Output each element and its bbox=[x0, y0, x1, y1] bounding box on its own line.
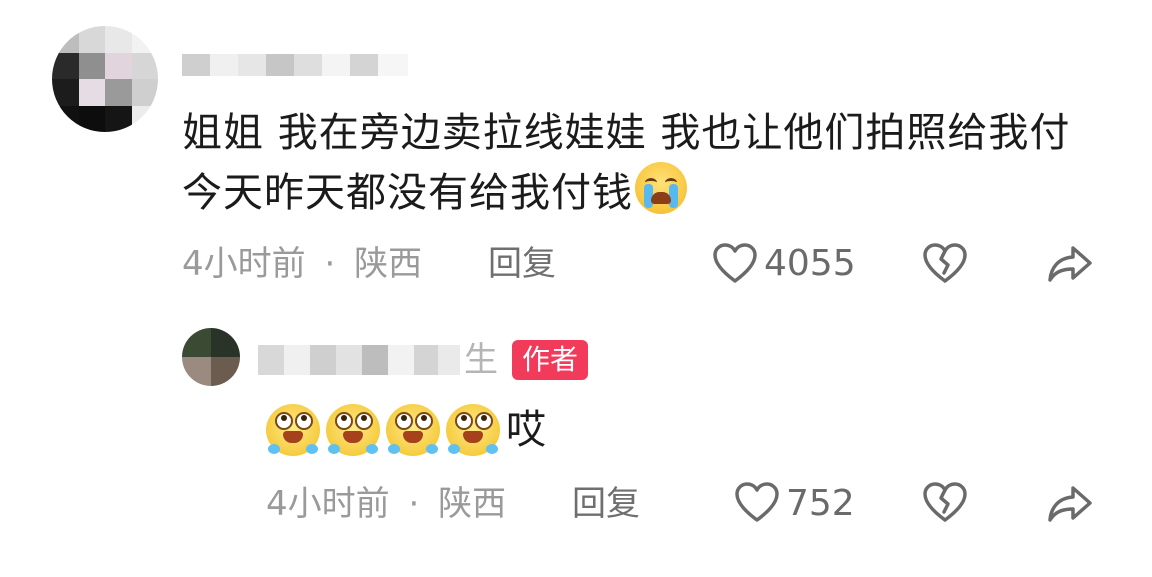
reply-button[interactable]: 回复 bbox=[572, 484, 640, 524]
like-count: 752 bbox=[786, 483, 855, 524]
comment-text: 姐姐 我在旁边卖拉线娃娃 我也让他们拍照给我付 今天昨天都没有给我付钱 bbox=[182, 110, 1071, 216]
share-button[interactable] bbox=[1046, 244, 1094, 284]
like-count: 4055 bbox=[764, 243, 856, 284]
reply-meta: 4小时前 · 陕西 bbox=[266, 484, 506, 524]
dislike-button[interactable] bbox=[922, 243, 968, 285]
heart-icon bbox=[713, 243, 757, 283]
reply-button[interactable]: 回复 bbox=[488, 244, 556, 284]
username-visible-char: 生 bbox=[464, 340, 498, 380]
reply-text: 哎 bbox=[266, 404, 546, 456]
broken-heart-icon bbox=[923, 243, 967, 283]
separator-dot: · bbox=[408, 484, 420, 524]
location: 陕西 bbox=[438, 484, 507, 524]
sweat-smile-face-icon bbox=[446, 404, 500, 456]
sweat-smile-face-icon bbox=[266, 404, 320, 456]
reply-avatar[interactable] bbox=[182, 328, 240, 386]
dislike-button[interactable] bbox=[922, 482, 968, 524]
separator-dot: · bbox=[324, 244, 336, 284]
share-arrow-icon bbox=[1048, 246, 1092, 282]
sweat-smile-face-icon bbox=[326, 404, 380, 456]
avatar[interactable] bbox=[52, 26, 158, 132]
sweat-smile-face-icon bbox=[386, 404, 440, 456]
comment-meta: 4小时前 · 陕西 bbox=[182, 244, 422, 284]
location: 陕西 bbox=[354, 244, 423, 284]
share-button[interactable] bbox=[1046, 484, 1094, 524]
reply-username-blurred[interactable]: 生 bbox=[258, 340, 498, 380]
broken-heart-icon bbox=[923, 482, 967, 522]
like-button[interactable] bbox=[734, 482, 780, 524]
like-button[interactable] bbox=[712, 243, 758, 285]
author-badge: 作者 bbox=[512, 340, 589, 380]
share-arrow-icon bbox=[1048, 486, 1092, 522]
crying-face-icon bbox=[635, 162, 687, 214]
timestamp: 4小时前 bbox=[182, 244, 306, 284]
reply-message: 哎 bbox=[506, 407, 546, 453]
timestamp: 4小时前 bbox=[266, 484, 390, 524]
heart-icon bbox=[735, 482, 779, 522]
username-blurred[interactable] bbox=[182, 54, 408, 76]
